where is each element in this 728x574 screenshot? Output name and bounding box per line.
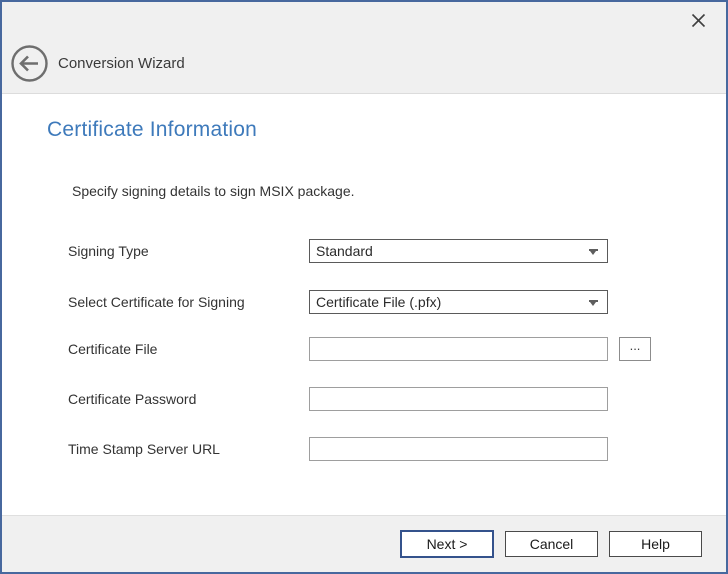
certificate-select-label: Select Certificate for Signing bbox=[68, 290, 245, 314]
page-description: Specify signing details to sign MSIX pac… bbox=[72, 183, 355, 199]
cancel-button[interactable]: Cancel bbox=[505, 531, 598, 557]
close-button[interactable] bbox=[686, 8, 710, 32]
conversion-wizard-dialog: Conversion Wizard Certificate Informatio… bbox=[0, 0, 728, 574]
signing-type-value: Standard bbox=[316, 243, 585, 259]
wizard-footer: Next > Cancel Help bbox=[2, 515, 726, 572]
signing-type-row: Signing Type Standard bbox=[2, 239, 726, 263]
close-icon bbox=[691, 13, 706, 28]
certificate-file-row: Certificate File ... bbox=[2, 337, 726, 361]
window-title: Conversion Wizard bbox=[58, 44, 185, 83]
signing-type-label: Signing Type bbox=[68, 239, 149, 263]
certificate-select-row: Select Certificate for Signing Certifica… bbox=[2, 290, 726, 314]
timestamp-url-row: Time Stamp Server URL bbox=[2, 437, 726, 461]
signing-type-dropdown[interactable]: Standard bbox=[309, 239, 608, 263]
chevron-down-icon bbox=[589, 249, 598, 256]
certificate-password-input[interactable] bbox=[309, 387, 608, 411]
certificate-password-label: Certificate Password bbox=[68, 387, 196, 411]
certificate-select-value: Certificate File (.pfx) bbox=[316, 294, 585, 310]
next-button[interactable]: Next > bbox=[400, 530, 494, 558]
timestamp-url-input[interactable] bbox=[309, 437, 608, 461]
certificate-select-dropdown[interactable]: Certificate File (.pfx) bbox=[309, 290, 608, 314]
timestamp-url-label: Time Stamp Server URL bbox=[68, 437, 220, 461]
certificate-file-input[interactable] bbox=[309, 337, 608, 361]
certificate-password-row: Certificate Password bbox=[2, 387, 726, 411]
page-title: Certificate Information bbox=[47, 118, 257, 142]
back-button[interactable] bbox=[10, 44, 49, 83]
browse-button[interactable]: ... bbox=[619, 337, 651, 361]
help-button[interactable]: Help bbox=[609, 531, 702, 557]
wizard-header: Conversion Wizard bbox=[2, 2, 726, 94]
certificate-file-label: Certificate File bbox=[68, 337, 157, 361]
chevron-down-icon bbox=[589, 300, 598, 307]
back-arrow-icon bbox=[10, 44, 49, 83]
